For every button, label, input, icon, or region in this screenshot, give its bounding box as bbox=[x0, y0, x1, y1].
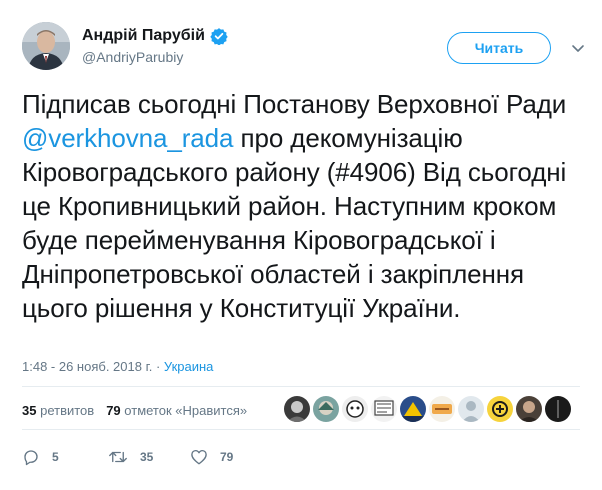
author-name-row: Андрій Парубій bbox=[82, 26, 228, 46]
liker-avatar[interactable] bbox=[400, 396, 426, 422]
avatar[interactable] bbox=[22, 22, 70, 70]
liker-avatar[interactable] bbox=[284, 396, 310, 422]
retweets-label: ретвитов bbox=[40, 403, 95, 418]
liker-avatar[interactable] bbox=[342, 396, 368, 422]
meta-separator: · bbox=[155, 359, 164, 374]
avatar-image bbox=[22, 22, 70, 70]
divider bbox=[22, 429, 580, 430]
liker-avatar[interactable] bbox=[516, 396, 542, 422]
likes-label: отметок «Нравится» bbox=[124, 403, 248, 418]
reply-icon bbox=[24, 450, 38, 466]
reply-count: 5 bbox=[52, 450, 59, 464]
tweet-meta: 1:48 - 26 нояб. 2018 г. · Украина bbox=[22, 359, 213, 374]
likes-count: 79 bbox=[106, 403, 121, 418]
liker-avatar[interactable] bbox=[371, 396, 397, 422]
liker-avatar[interactable] bbox=[545, 396, 571, 422]
tweet-location[interactable]: Украина bbox=[164, 359, 214, 374]
like-count: 79 bbox=[220, 450, 234, 464]
liker-avatar[interactable] bbox=[429, 396, 455, 422]
tweet-actions: 5 35 79 bbox=[22, 448, 233, 466]
retweets-stat[interactable]: 35 ретвитов bbox=[22, 403, 94, 418]
tweet-text-part: про декомунізацію Кіровоградського район… bbox=[22, 123, 574, 323]
heart-icon bbox=[191, 449, 207, 465]
retweets-count: 35 bbox=[22, 403, 37, 418]
tweet-text: Підписав сьогодні Постанову Верховної Ра… bbox=[22, 87, 582, 325]
likes-stat[interactable]: 79 отметок «Нравится» bbox=[106, 403, 247, 418]
chevron-down-icon[interactable] bbox=[570, 40, 586, 61]
like-button[interactable]: 79 bbox=[190, 448, 233, 466]
reply-button[interactable]: 5 bbox=[22, 448, 108, 466]
tweet-timestamp[interactable]: 1:48 - 26 нояб. 2018 г. bbox=[22, 359, 152, 374]
author-name[interactable]: Андрій Парубій bbox=[82, 26, 205, 46]
tweet-stats: 35 ретвитов 79 отметок «Нравится» bbox=[22, 403, 259, 418]
follow-button[interactable]: Читать bbox=[447, 32, 551, 64]
retweet-button[interactable]: 35 bbox=[108, 448, 190, 466]
author-handle[interactable]: @AndriyParubiy bbox=[82, 49, 228, 65]
retweet-icon bbox=[109, 451, 127, 463]
liker-avatar[interactable] bbox=[313, 396, 339, 422]
liker-avatar[interactable] bbox=[458, 396, 484, 422]
liker-avatar[interactable] bbox=[487, 396, 513, 422]
divider bbox=[22, 386, 580, 387]
verified-badge-icon bbox=[210, 27, 228, 45]
retweet-count: 35 bbox=[140, 450, 154, 464]
tweet-text-part: Підписав сьогодні Постанову Верховної Ра… bbox=[22, 89, 574, 119]
likers-avatars bbox=[284, 396, 574, 422]
mention-link[interactable]: @verkhovna_rada bbox=[22, 123, 233, 153]
author-block: Андрій Парубій @AndriyParubiy bbox=[82, 26, 228, 65]
